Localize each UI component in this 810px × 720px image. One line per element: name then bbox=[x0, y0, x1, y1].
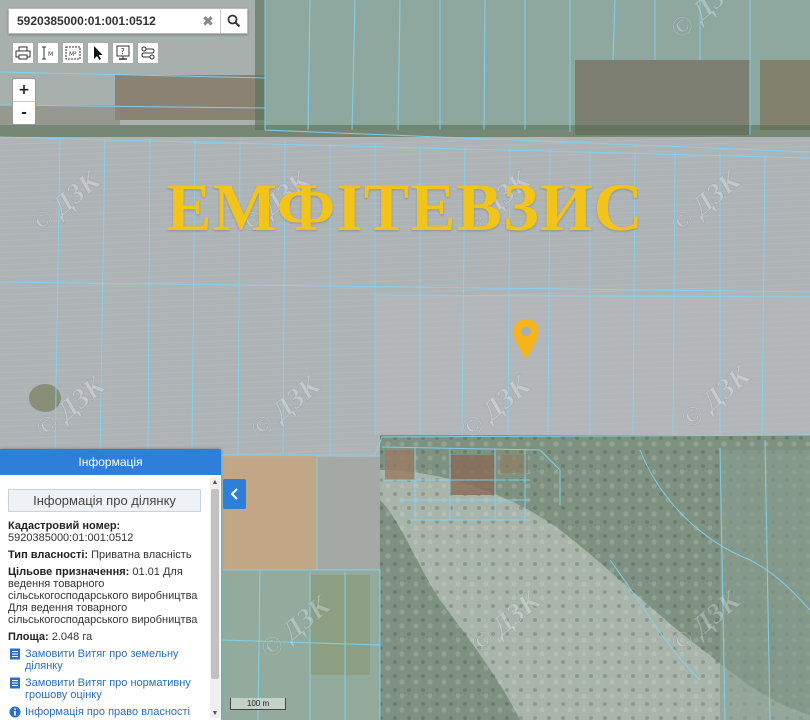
order-valuation-link-label: Замовити Витяг про нормативну грошову оц… bbox=[25, 677, 191, 701]
zoom-control: + - bbox=[12, 78, 36, 125]
purpose-label: Цільове призначення: bbox=[8, 566, 130, 578]
order-valuation-link[interactable]: Замовити Витяг про нормативну грошову оц… bbox=[8, 677, 201, 701]
chevron-left-icon bbox=[230, 488, 238, 500]
scroll-up-icon[interactable]: ▲ bbox=[210, 477, 220, 487]
overlay-title: ЕМФІТЕВЗИС bbox=[166, 169, 644, 245]
cadastral-label: Кадастровий номер: bbox=[8, 520, 121, 532]
collapse-panel-button[interactable] bbox=[223, 479, 246, 509]
cadastral-row: Кадастровий номер: 5920385000:01:001:051… bbox=[8, 520, 201, 544]
ownership-value: Приватна власність bbox=[91, 549, 192, 561]
panel-header: Інформація bbox=[0, 449, 221, 475]
print-icon[interactable] bbox=[12, 42, 34, 64]
document-icon bbox=[10, 677, 20, 689]
scale-bar: 100 m bbox=[230, 698, 286, 710]
pointer-icon[interactable] bbox=[87, 42, 109, 64]
measure-distance-icon[interactable]: M bbox=[37, 42, 59, 64]
info-circle-icon bbox=[9, 706, 21, 718]
ownership-label: Тип власності: bbox=[8, 549, 89, 561]
ownership-info-link-label: Інформація про право власності та bbox=[25, 706, 190, 720]
area-row: Площа: 2.048 га bbox=[8, 631, 201, 643]
panel-scrollbar[interactable]: ▲ ▼ bbox=[210, 477, 220, 718]
parcel-info-title: Інформація про ділянку bbox=[8, 489, 201, 512]
svg-text:?: ? bbox=[121, 47, 125, 56]
document-icon bbox=[10, 648, 20, 660]
ownership-info-link[interactable]: Інформація про право власності та bbox=[8, 706, 201, 720]
area-value: 2.048 га bbox=[51, 631, 93, 643]
close-icon[interactable]: ✖ bbox=[196, 9, 220, 33]
search-icon bbox=[227, 14, 241, 28]
search-button[interactable] bbox=[220, 9, 247, 33]
search-input[interactable] bbox=[9, 10, 196, 32]
cadastral-search-box: ✖ bbox=[8, 8, 248, 34]
info-panel: Інформація Інформація про ділянку Кадаст… bbox=[0, 449, 221, 720]
cadastral-value: 5920385000:01:001:0512 bbox=[8, 532, 134, 544]
purpose-row: Цільове призначення: 01.01 Для ведення т… bbox=[8, 566, 201, 626]
location-pin-icon[interactable] bbox=[512, 318, 540, 360]
ownership-row: Тип власності: Приватна власність bbox=[8, 549, 201, 561]
route-icon[interactable] bbox=[137, 42, 159, 64]
order-extract-link[interactable]: Замовити Витяг про земельну ділянку bbox=[8, 648, 201, 672]
order-extract-link-label: Замовити Витяг про земельну ділянку bbox=[25, 648, 179, 672]
scroll-down-icon[interactable]: ▼ bbox=[210, 708, 220, 718]
zoom-in-button[interactable]: + bbox=[13, 79, 35, 101]
scroll-thumb[interactable] bbox=[211, 489, 219, 679]
area-label: Площа: bbox=[8, 631, 49, 643]
svg-text:M²: M² bbox=[69, 51, 77, 58]
svg-text:M: M bbox=[48, 51, 53, 58]
zoom-out-button[interactable]: - bbox=[13, 101, 35, 124]
measure-area-icon[interactable]: M² bbox=[62, 42, 84, 64]
map-toolbar: M M² ? bbox=[12, 42, 159, 64]
panel-body: Інформація про ділянку Кадастровий номер… bbox=[0, 475, 209, 720]
info-icon[interactable]: ? bbox=[112, 42, 134, 64]
